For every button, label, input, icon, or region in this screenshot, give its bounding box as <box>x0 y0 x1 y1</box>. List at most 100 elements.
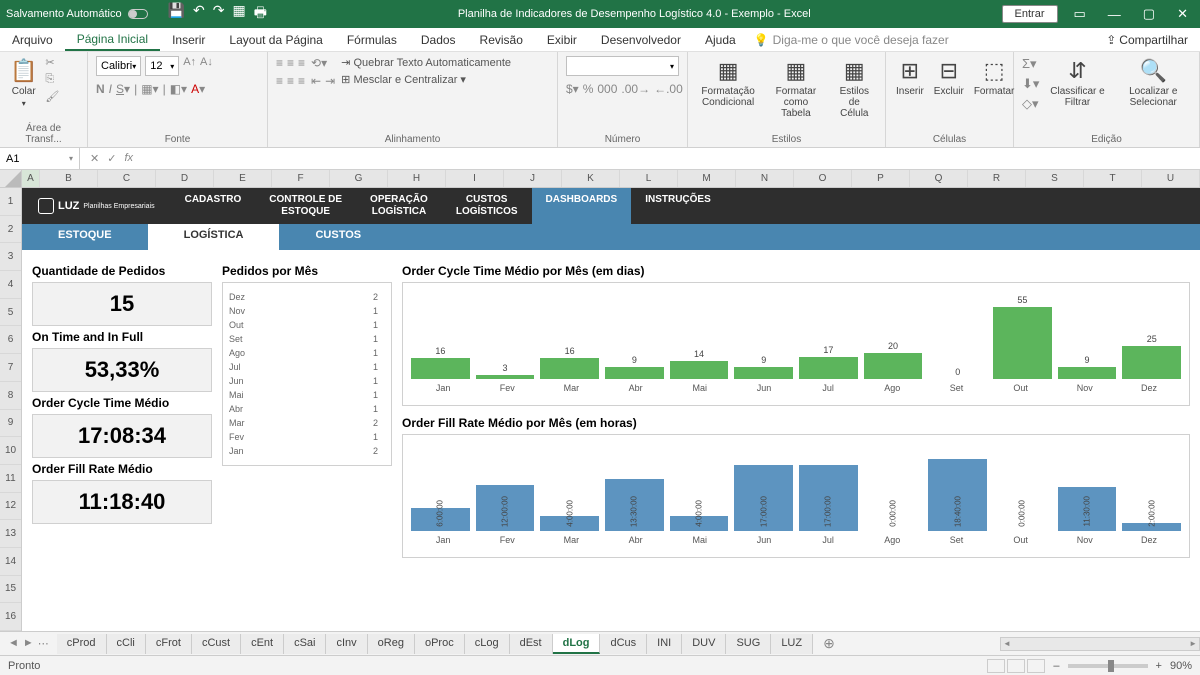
zoom-out-icon[interactable]: – <box>1053 660 1059 672</box>
italic-icon[interactable]: I <box>109 82 112 96</box>
close-icon[interactable]: ✕ <box>1171 6 1194 22</box>
col-G[interactable]: G <box>330 170 388 187</box>
sheet-tab-cFrot[interactable]: cFrot <box>146 634 192 654</box>
row-16[interactable]: 16 <box>0 603 21 631</box>
autosave-toggle[interactable]: Salvamento Automático <box>6 8 148 20</box>
orientation-icon[interactable]: ⟲▾ <box>311 56 327 70</box>
copy-icon[interactable]: ⎘ <box>45 73 59 86</box>
indent-inc-icon[interactable]: ⇥ <box>325 74 335 88</box>
sheet-tab-dLog[interactable]: dLog <box>553 634 601 654</box>
formula-input[interactable] <box>143 148 1200 169</box>
sheet-nav-prev-icon[interactable]: ◄ <box>8 637 19 650</box>
row-14[interactable]: 14 <box>0 548 21 576</box>
col-U[interactable]: U <box>1142 170 1200 187</box>
undo-icon[interactable]: ↶ <box>193 2 205 26</box>
menu-arquivo[interactable]: Arquivo <box>0 28 65 51</box>
fill-icon[interactable]: ⬇▾ <box>1022 76 1039 92</box>
qat-icon[interactable]: ▦ <box>232 2 245 26</box>
col-J[interactable]: J <box>504 170 562 187</box>
cell-styles-button[interactable]: ▦Estilos de Célula <box>832 56 877 121</box>
dnav-tab[interactable]: CONTROLE DE ESTOQUE <box>255 188 356 224</box>
align-bot-icon[interactable]: ≡ <box>298 56 305 70</box>
sheet-tab-oReg[interactable]: oReg <box>368 634 415 654</box>
col-H[interactable]: H <box>388 170 446 187</box>
percent-icon[interactable]: % <box>583 82 594 96</box>
share-button[interactable]: ⇪Compartilhar <box>1106 33 1200 47</box>
horizontal-scrollbar[interactable] <box>1000 637 1200 651</box>
col-A[interactable]: A <box>22 170 40 187</box>
add-sheet-button[interactable]: ⊕ <box>813 635 845 652</box>
col-O[interactable]: O <box>794 170 852 187</box>
sheet-tab-INI[interactable]: INI <box>647 634 682 654</box>
font-size-select[interactable]: 12▾ <box>145 56 179 76</box>
row-10[interactable]: 10 <box>0 437 21 465</box>
ribbon-options-icon[interactable]: ▭ <box>1068 6 1092 22</box>
sheet-tab-cLog[interactable]: cLog <box>465 634 510 654</box>
menu-layout[interactable]: Layout da Página <box>217 28 334 51</box>
wrap-text-button[interactable]: ⇥ Quebrar Texto Automaticamente <box>341 56 511 69</box>
col-N[interactable]: N <box>736 170 794 187</box>
sheet-tab-dEst[interactable]: dEst <box>510 634 553 654</box>
format-table-button[interactable]: ▦Formatar como Tabela <box>766 56 825 121</box>
zoom-level[interactable]: 90% <box>1170 660 1192 672</box>
menu-formulas[interactable]: Fórmulas <box>335 28 409 51</box>
menu-pagina-inicial[interactable]: Página Inicial <box>65 28 160 51</box>
menu-exibir[interactable]: Exibir <box>535 28 589 51</box>
row-11[interactable]: 11 <box>0 465 21 493</box>
comma-icon[interactable]: 000 <box>597 82 617 96</box>
dnav-tab[interactable]: CADASTRO <box>171 188 256 224</box>
align-top-icon[interactable]: ≡ <box>276 56 283 70</box>
tell-me-search[interactable]: 💡Diga-me o que você deseja fazer <box>754 33 949 47</box>
col-R[interactable]: R <box>968 170 1026 187</box>
fill-color-icon[interactable]: ◧▾ <box>170 82 187 96</box>
increase-font-icon[interactable]: A↑ <box>183 56 196 76</box>
row-1[interactable]: 1 <box>0 188 21 216</box>
row-4[interactable]: 4 <box>0 271 21 299</box>
sheet-tab-oProc[interactable]: oProc <box>415 634 465 654</box>
col-T[interactable]: T <box>1084 170 1142 187</box>
align-mid-icon[interactable]: ≡ <box>287 56 294 70</box>
col-Q[interactable]: Q <box>910 170 968 187</box>
menu-desenvolvedor[interactable]: Desenvolvedor <box>589 28 693 51</box>
view-break-icon[interactable] <box>1027 659 1045 673</box>
font-name-select[interactable]: Calibri▾ <box>96 56 141 76</box>
dnav-tab[interactable]: OPERAÇÃO LOGÍSTICA <box>356 188 442 224</box>
sheet-tab-cProd[interactable]: cProd <box>57 634 107 654</box>
view-layout-icon[interactable] <box>1007 659 1025 673</box>
col-F[interactable]: F <box>272 170 330 187</box>
insert-cell-button[interactable]: ⊞Inserir <box>894 56 926 99</box>
col-E[interactable]: E <box>214 170 272 187</box>
align-right-icon[interactable]: ≡ <box>298 74 305 88</box>
col-M[interactable]: M <box>678 170 736 187</box>
merge-center-button[interactable]: ⊞ Mesclar e Centralizar ▾ <box>341 73 511 86</box>
row-6[interactable]: 6 <box>0 326 21 354</box>
row-8[interactable]: 8 <box>0 382 21 410</box>
minimize-icon[interactable]: — <box>1102 7 1127 22</box>
col-K[interactable]: K <box>562 170 620 187</box>
find-select-button[interactable]: 🔍Localizar e Selecionar <box>1116 56 1191 110</box>
row-2[interactable]: 2 <box>0 216 21 244</box>
col-I[interactable]: I <box>446 170 504 187</box>
row-3[interactable]: 3 <box>0 243 21 271</box>
sheet-nav-next-icon[interactable]: ► <box>23 637 34 650</box>
border-icon[interactable]: ▦▾ <box>141 82 158 96</box>
dec-decimal-icon[interactable]: ←.00 <box>654 82 683 96</box>
menu-dados[interactable]: Dados <box>409 28 468 51</box>
cancel-formula-icon[interactable]: ✕ <box>90 152 99 165</box>
sheet-tab-cInv[interactable]: cInv <box>326 634 367 654</box>
name-box[interactable]: A1▾ <box>0 148 80 169</box>
paste-button[interactable]: 📋Colar▾ <box>8 56 39 110</box>
col-S[interactable]: S <box>1026 170 1084 187</box>
select-all-cell[interactable] <box>0 170 22 187</box>
decrease-font-icon[interactable]: A↓ <box>200 56 213 76</box>
sheet-tab-cCust[interactable]: cCust <box>192 634 241 654</box>
format-painter-icon[interactable]: 🖌 <box>45 90 59 103</box>
enter-formula-icon[interactable]: ✓ <box>107 152 116 165</box>
delete-cell-button[interactable]: ⊟Excluir <box>932 56 966 99</box>
row-13[interactable]: 13 <box>0 520 21 548</box>
qat-icon2[interactable]: 🖶 <box>254 2 267 26</box>
col-C[interactable]: C <box>98 170 156 187</box>
sheet-tab-DUV[interactable]: DUV <box>682 634 726 654</box>
zoom-slider[interactable] <box>1068 664 1148 668</box>
sheet-tab-cSai[interactable]: cSai <box>284 634 326 654</box>
